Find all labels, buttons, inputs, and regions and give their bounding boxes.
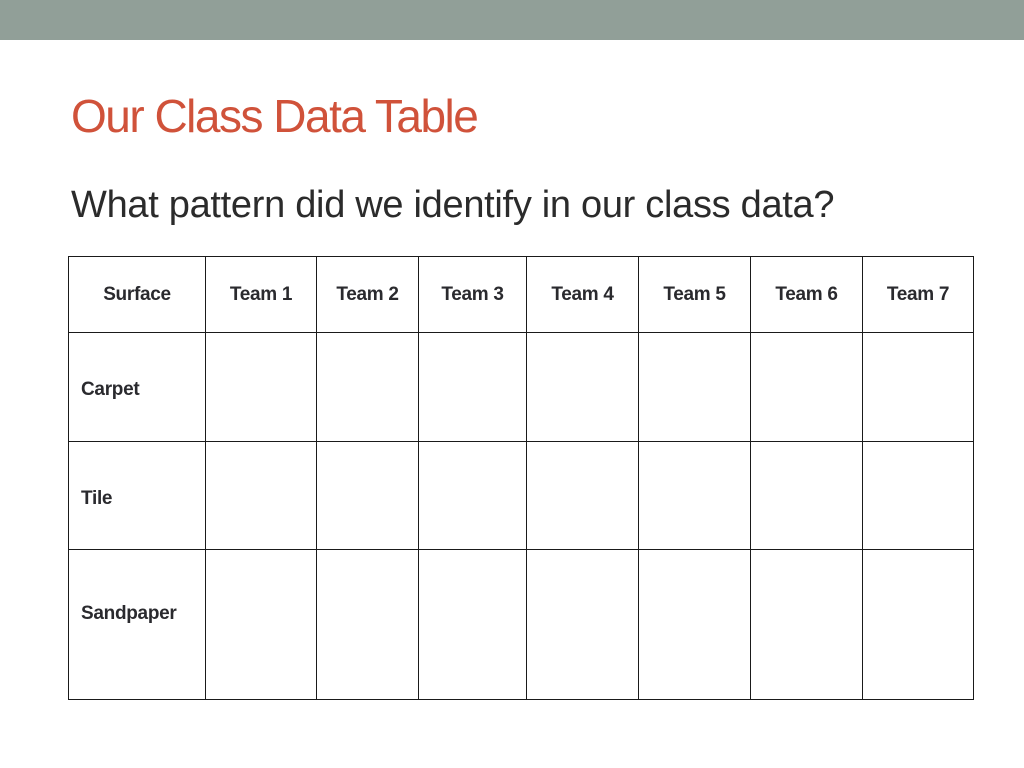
class-data-table: Surface Team 1 Team 2 Team 3 Team 4 Team… [68,256,974,700]
table-cell[interactable] [205,332,317,442]
table-cell[interactable] [750,549,863,700]
table-cell[interactable] [418,332,527,442]
column-header-team-5: Team 5 [638,256,751,333]
table-cell[interactable] [316,441,419,550]
table-cell[interactable] [526,332,639,442]
column-header-team-4: Team 4 [526,256,639,333]
row-label-sandpaper: Sandpaper [68,549,206,700]
table-cell[interactable] [638,549,751,700]
table-row-carpet: Carpet [68,332,974,442]
row-label-carpet: Carpet [68,332,206,442]
table-cell[interactable] [862,332,974,442]
column-header-team-3: Team 3 [418,256,527,333]
table-cell[interactable] [418,441,527,550]
slide-subtitle: What pattern did we identify in our clas… [71,184,835,226]
table-cell[interactable] [205,549,317,700]
table-cell[interactable] [750,441,863,550]
table-cell[interactable] [638,441,751,550]
column-header-surface: Surface [68,256,206,333]
table-cell[interactable] [526,549,639,700]
header-band [0,0,1024,40]
slide-title: Our Class Data Table [71,90,479,142]
table-cell[interactable] [316,549,419,700]
column-header-team-6: Team 6 [750,256,863,333]
table-cell[interactable] [418,549,527,700]
table-row-tile: Tile [68,441,974,550]
table-cell[interactable] [862,549,974,700]
table-cell[interactable] [205,441,317,550]
table-cell[interactable] [638,332,751,442]
column-header-team-1: Team 1 [205,256,317,333]
column-header-team-7: Team 7 [862,256,974,333]
table-row-sandpaper: Sandpaper [68,549,974,700]
table-cell[interactable] [750,332,863,442]
table-cell[interactable] [862,441,974,550]
table-header-row: Surface Team 1 Team 2 Team 3 Team 4 Team… [68,256,974,333]
column-header-team-2: Team 2 [316,256,419,333]
table-cell[interactable] [316,332,419,442]
row-label-tile: Tile [68,441,206,550]
table-cell[interactable] [526,441,639,550]
